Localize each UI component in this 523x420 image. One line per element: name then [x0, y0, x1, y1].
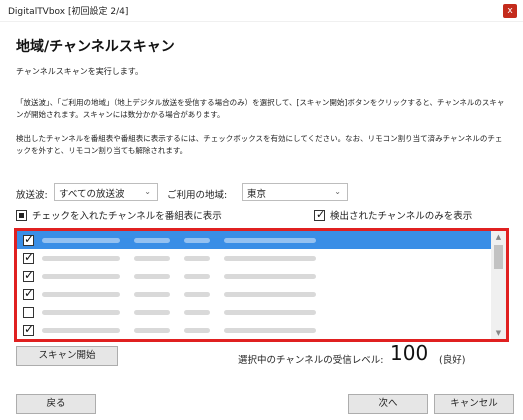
region-select-value: 東京 — [247, 189, 267, 200]
obscured-text — [42, 291, 120, 297]
region-select[interactable]: 東京 ⌄ — [242, 183, 348, 201]
obscured-text — [224, 273, 316, 279]
obscured-text — [42, 255, 120, 261]
obscured-text — [184, 273, 210, 279]
obscured-text — [224, 327, 316, 333]
description-1: 「放送波」、「ご利用の地域」（地上デジタル放送を受信する場合のみ）を選択して、[… — [16, 98, 505, 119]
obscured-text — [134, 291, 170, 297]
obscured-text — [42, 273, 120, 279]
signal-level-label: 選択中のチャンネルの受信レベル: — [238, 355, 384, 366]
obscured-text — [224, 291, 316, 297]
channel-checkbox[interactable] — [23, 268, 34, 282]
show-in-guide-label: チェックを入れたチャンネルを番組表に表示 — [32, 211, 222, 222]
channel-checkbox[interactable] — [23, 250, 34, 264]
obscured-text — [184, 309, 210, 315]
detected-only-option[interactable]: 検出されたチャンネルのみを表示 — [314, 208, 472, 222]
obscured-text — [134, 255, 170, 261]
channel-row[interactable] — [17, 321, 491, 339]
broadcast-select-value: すべての放送波 — [59, 189, 125, 200]
detected-only-checkbox[interactable] — [314, 208, 325, 221]
detected-only-label: 検出されたチャンネルのみを表示 — [330, 211, 473, 222]
channel-row[interactable] — [17, 303, 491, 321]
obscured-text — [224, 255, 316, 261]
obscured-text — [224, 309, 316, 315]
show-in-guide-option[interactable]: チェックを入れたチャンネルを番組表に表示 — [16, 208, 222, 222]
channel-row[interactable] — [17, 285, 491, 303]
cancel-button[interactable]: キャンセル — [434, 394, 514, 414]
obscured-text — [42, 237, 120, 243]
obscured-text — [224, 237, 316, 243]
obscured-text — [134, 273, 170, 279]
obscured-text — [134, 309, 170, 315]
scroll-thumb[interactable] — [494, 245, 503, 269]
scan-start-button[interactable]: スキャン開始 — [16, 346, 118, 366]
obscured-text — [42, 309, 120, 315]
channel-row[interactable] — [17, 249, 491, 267]
next-button[interactable]: 次へ — [348, 394, 428, 414]
obscured-text — [42, 327, 120, 333]
obscured-text — [184, 255, 210, 261]
obscured-text — [184, 291, 210, 297]
channel-checkbox[interactable] — [23, 306, 34, 318]
scrollbar[interactable]: ▲ ▼ — [491, 231, 506, 339]
channel-row[interactable] — [17, 267, 491, 285]
window-title: DigitalTVbox [初回設定 2/4] — [8, 7, 129, 17]
channel-checkbox[interactable] — [23, 322, 34, 336]
signal-level-value: 100 — [390, 341, 429, 365]
obscured-text — [134, 237, 170, 243]
scroll-up-icon[interactable]: ▲ — [491, 231, 506, 243]
show-in-guide-checkbox[interactable] — [16, 209, 27, 221]
chevron-down-icon: ⌄ — [334, 187, 341, 196]
scroll-down-icon[interactable]: ▼ — [491, 327, 506, 339]
page-title: 地域/チャンネルスキャン — [16, 39, 175, 55]
close-icon[interactable]: x — [503, 4, 517, 18]
channel-checkbox[interactable] — [23, 232, 34, 246]
obscured-text — [184, 327, 210, 333]
channel-list-frame: ▲ ▼ — [14, 228, 509, 342]
description-2: 検出したチャンネルを番組表や番組表に表示するには、チェックボックスを有効にしてく… — [16, 134, 503, 155]
title-bar: DigitalTVbox [初回設定 2/4] x — [0, 0, 523, 22]
obscured-text — [134, 327, 170, 333]
chevron-down-icon: ⌄ — [144, 187, 151, 196]
channel-checkbox[interactable] — [23, 286, 34, 300]
back-button[interactable]: 戻る — [16, 394, 96, 414]
obscured-text — [184, 237, 210, 243]
broadcast-label: 放送波: — [16, 190, 48, 201]
channel-row[interactable] — [17, 231, 491, 249]
signal-level-status: (良好) — [439, 355, 466, 366]
channel-list[interactable] — [17, 231, 491, 339]
page-subtitle: チャンネルスキャンを実行します。 — [16, 67, 143, 76]
region-label: ご利用の地域: — [167, 190, 228, 201]
broadcast-select[interactable]: すべての放送波 ⌄ — [54, 183, 158, 201]
